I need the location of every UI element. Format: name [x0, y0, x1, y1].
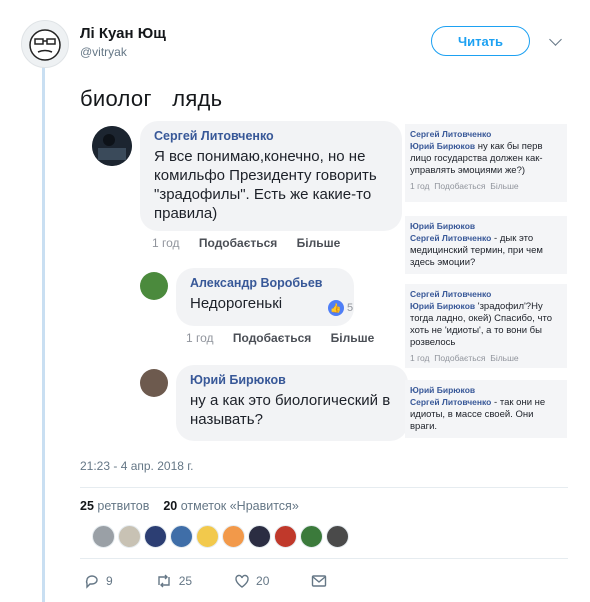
avatar[interactable] — [326, 525, 349, 548]
comment-actions: 1 год Подобається Більше — [152, 236, 356, 250]
divider — [80, 487, 568, 488]
comment-actions: 1 год Подобається Більше — [186, 331, 390, 345]
like-link[interactable]: Подобається — [199, 236, 277, 250]
like-label[interactable]: отметок «Нравится» — [181, 499, 299, 513]
side-comment-mention[interactable]: Юрий Бирюков — [410, 301, 475, 311]
reply-icon — [85, 575, 98, 589]
thread-line — [42, 62, 45, 602]
more-link[interactable]: Більше — [490, 181, 518, 191]
like-link[interactable]: Подобається — [233, 331, 311, 345]
comment-bubble: Александр Воробьев Недорогенькі — [176, 268, 354, 326]
retweet-icon — [157, 574, 170, 588]
avatar[interactable] — [92, 525, 115, 548]
comment-time: 1 год — [186, 331, 214, 345]
side-comment: Сергей Литовченко Юрий Бирюков 'зрадофил… — [405, 284, 567, 368]
side-comment-mention[interactable]: Юрий Бирюков — [410, 141, 475, 151]
retweet-count[interactable]: 25 — [80, 499, 94, 513]
follow-button[interactable]: Читать — [431, 26, 530, 56]
tweet-timestamp[interactable]: 21:23 - 4 апр. 2018 г. — [80, 459, 194, 473]
side-comment-author[interactable]: Юрий Бирюков — [410, 220, 562, 232]
chevron-down-icon[interactable] — [549, 33, 562, 46]
comment-author[interactable]: Юрий Бирюков — [190, 373, 394, 387]
avatar[interactable] — [170, 525, 193, 548]
commenter-avatar — [140, 369, 168, 397]
avatar[interactable] — [300, 525, 323, 548]
like-icon: 👍 — [328, 300, 344, 316]
retweet-button[interactable]: 25 — [155, 573, 192, 589]
like-button[interactable]: 20 — [234, 573, 269, 589]
comment-author[interactable]: Александр Воробьев — [190, 276, 340, 290]
comment-author[interactable]: Сергей Литовченко — [154, 129, 388, 143]
message-button[interactable] — [311, 574, 333, 588]
more-link[interactable]: Більше — [331, 331, 375, 345]
tweet-stats: 25 ретвитов 20 отметок «Нравится» — [80, 499, 299, 513]
reply-count: 9 — [106, 574, 113, 588]
retweet-action-count: 25 — [178, 574, 193, 588]
reaction-count: 5 — [347, 302, 354, 314]
like-link[interactable]: Подобається — [434, 353, 485, 363]
avatar[interactable] — [118, 525, 141, 548]
envelope-icon — [312, 575, 327, 587]
side-comment: Юрий Бирюков Сергей Литовченко - так они… — [405, 380, 567, 438]
commenter-avatar — [92, 126, 132, 166]
avatar[interactable] — [21, 20, 69, 68]
comment-bubble: Юрий Бирюков ну а как это биологический … — [176, 365, 408, 441]
avatar[interactable] — [274, 525, 297, 548]
avatar[interactable] — [196, 525, 219, 548]
commenter-avatar — [140, 272, 168, 300]
side-comment-time: 1 год — [410, 181, 430, 191]
avatar[interactable] — [144, 525, 167, 548]
retweet-label[interactable]: ретвитов — [97, 499, 149, 513]
heart-icon — [235, 574, 249, 588]
like-count[interactable]: 20 — [163, 499, 177, 513]
reactions[interactable]: 👍 5 — [328, 300, 353, 316]
like-action-count: 20 — [256, 574, 270, 588]
side-comment-author[interactable]: Сергей Литовченко — [410, 288, 562, 300]
side-comment-mention[interactable]: Сергей Литовченко — [410, 397, 491, 407]
display-name[interactable]: Лі Куан Ющ — [80, 25, 166, 42]
side-comment: Сергей Литовченко Юрий Бирюков ну как бы… — [405, 124, 567, 202]
avatar[interactable] — [248, 525, 271, 548]
user-handle[interactable]: @vitryak — [80, 45, 127, 59]
comment-text: Недорогенькі — [190, 295, 283, 312]
side-comment-time: 1 год — [410, 353, 430, 363]
tweet-action-bar: 9 25 20 — [84, 573, 375, 589]
avatar[interactable] — [222, 525, 245, 548]
more-link[interactable]: Більше — [297, 236, 341, 250]
comment-text: Я все понимаю,конечно, но не комильфо Пр… — [154, 148, 377, 222]
comment-time: 1 год — [152, 236, 180, 250]
more-link[interactable]: Більше — [490, 353, 518, 363]
soldier-icon — [92, 126, 132, 166]
comment-text: ну а как это биологический в называть? — [190, 392, 391, 428]
side-comment-mention[interactable]: Сергей Литовченко — [410, 233, 491, 243]
comment-bubble: Сергей Литовченко Я все понимаю,конечно,… — [140, 121, 402, 231]
tweet-text: биолог лядь — [80, 86, 223, 111]
divider — [80, 558, 568, 559]
meme-face-icon — [29, 29, 61, 61]
like-link[interactable]: Подобається — [434, 181, 485, 191]
reply-button[interactable]: 9 — [84, 573, 113, 589]
side-comment-author[interactable]: Сергей Литовченко — [410, 128, 562, 140]
liker-avatars — [92, 525, 352, 548]
side-comment-author[interactable]: Юрий Бирюков — [410, 384, 562, 396]
side-comment: Юрий Бирюков Сергей Литовченко - дык это… — [405, 216, 567, 274]
